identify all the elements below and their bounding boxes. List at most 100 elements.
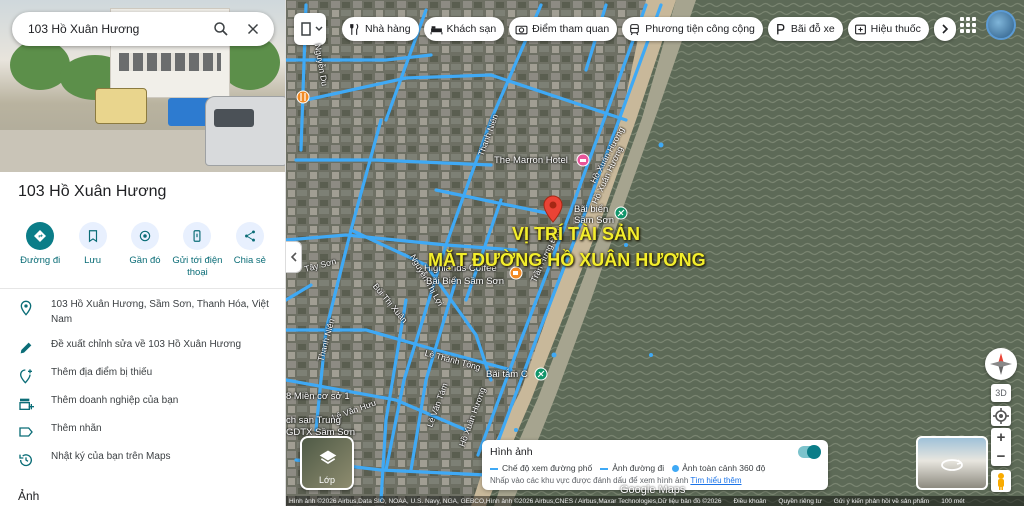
restaurant-poi-icon[interactable]: [296, 90, 310, 104]
property-location-label: VỊ TRÍ TÀI SẢN: [512, 224, 641, 244]
nearby-icon: [139, 230, 151, 242]
add-business-text: Thêm doanh nghiệp của bạn: [51, 395, 179, 406]
directions-icon: [34, 230, 47, 242]
label-icon: [19, 427, 33, 437]
transit-icon: [630, 23, 640, 35]
chip-parking-label: Bãi đỗ xe: [790, 23, 835, 35]
search-box[interactable]: [12, 12, 274, 46]
directions-button[interactable]: Đường đi: [14, 222, 66, 279]
compass-button[interactable]: [985, 348, 1017, 380]
hotel-bed-icon: [301, 22, 323, 36]
poi-marron-hotel[interactable]: The Marron Hotel: [494, 155, 568, 166]
chip-pharmacy[interactable]: Hiệu thuốc: [847, 17, 929, 41]
filter-dropdown[interactable]: [294, 13, 326, 45]
chip-parking[interactable]: Bãi đỗ xe: [767, 17, 843, 41]
imagery-panel-title: Hình ảnh: [490, 446, 533, 458]
legend-route-photos-label: Ảnh đường đi: [612, 463, 665, 473]
share-button[interactable]: Chia sẻ: [224, 222, 276, 279]
save-button[interactable]: Lưu: [66, 222, 118, 279]
chevron-right-icon: [942, 24, 948, 34]
share-label: Chia sẻ: [233, 255, 266, 266]
share-icon: [244, 230, 255, 242]
suggest-edit-text: Đề xuất chỉnh sửa về 103 Hồ Xuân Hương: [51, 339, 242, 350]
apps-grid-icon[interactable]: [960, 17, 976, 33]
my-location-button[interactable]: [991, 406, 1011, 426]
google-maps-logo: Google Maps: [620, 484, 686, 496]
chip-restaurants-label: Nhà hàng: [365, 23, 411, 35]
street-view-thumbnail[interactable]: [916, 436, 988, 490]
legend-360-label: Ảnh toàn cảnh 360 độ: [682, 463, 766, 473]
chip-hotels[interactable]: Khách sạn: [423, 17, 505, 41]
maps-history-row[interactable]: Nhật ký của bạn trên Maps: [0, 450, 285, 478]
pharmacy-icon: [854, 24, 866, 34]
location-pin-icon: [20, 300, 32, 316]
chips-next-button[interactable]: [933, 17, 956, 41]
zoom-in-button[interactable]: +: [991, 428, 1011, 447]
poi-co-so-1[interactable]: 8 Miền cơ sở 1: [286, 391, 350, 402]
bookmark-icon: [88, 230, 97, 243]
collapse-panel-button[interactable]: [286, 241, 302, 273]
parking-icon: [776, 23, 785, 34]
search-icon[interactable]: [212, 20, 230, 38]
close-icon[interactable]: [244, 20, 262, 38]
send-to-phone-button[interactable]: Gửi tới điện thoại: [171, 222, 223, 279]
poi-bathing-beach[interactable]: Bãi tắm C: [486, 369, 528, 380]
imagery-toggle[interactable]: [798, 445, 821, 459]
feedback-link[interactable]: Gửi ý kiến phản hồi về sản phẩm: [834, 498, 929, 505]
tilt-3d-button[interactable]: 3D: [991, 384, 1011, 402]
suggest-edit-row[interactable]: Đề xuất chỉnh sửa về 103 Hồ Xuân Hương: [0, 338, 285, 366]
place-title: 103 Hồ Xuân Hương: [18, 183, 167, 200]
imagery-panel: Hình ảnh Chế độ xem đường phố Ảnh đường …: [482, 440, 828, 490]
chip-transit[interactable]: Phương tiện công cộng: [622, 17, 763, 41]
address-row[interactable]: 103 Hồ Xuân Hương, Sầm Sơn, Thanh Hóa, V…: [0, 298, 285, 338]
beach-poi-icon[interactable]: [614, 206, 628, 220]
privacy-link[interactable]: Quyền riêng tư: [778, 498, 821, 505]
poi-highlands-2[interactable]: Bãi Biển Sầm Sơn: [426, 276, 504, 287]
scale-bar[interactable]: 100 mét: [941, 498, 965, 505]
add-label-text: Thêm nhãn: [51, 423, 102, 434]
chip-attractions[interactable]: Điểm tham quan: [509, 17, 618, 41]
add-missing-place-row[interactable]: Thêm địa điểm bị thiếu: [0, 366, 285, 394]
account-avatar[interactable]: [986, 10, 1016, 40]
add-business-row[interactable]: Thêm doanh nghiệp của bạn: [0, 394, 285, 422]
pegman-button[interactable]: [991, 470, 1011, 492]
location-marker-icon[interactable]: [543, 195, 563, 223]
maps-history-text: Nhật ký của bạn trên Maps: [51, 451, 171, 462]
restaurant-icon: [350, 23, 359, 35]
zoom-out-button[interactable]: −: [991, 447, 1011, 466]
terms-link[interactable]: Điều khoản: [734, 498, 767, 505]
action-bar: Đường đi Lưu Gần đó Gửi tới điện thoại C…: [14, 222, 276, 279]
legend-route-photos: Ảnh đường đi: [600, 463, 664, 473]
address-text: 103 Hồ Xuân Hương, Sầm Sơn, Thanh Hóa, V…: [51, 299, 269, 325]
poi-beach-1[interactable]: Bãi biển: [574, 204, 608, 215]
attribution-text: Hình ảnh ©2026 Airbus,Data SIO, NOAA, U.…: [289, 497, 722, 505]
chip-pharmacy-label: Hiệu thuốc: [870, 23, 921, 35]
legend-360: Ảnh toàn cảnh 360 độ: [672, 463, 765, 473]
history-icon: [19, 454, 32, 467]
photos-heading: Ảnh: [18, 489, 40, 503]
search-input[interactable]: [28, 22, 198, 36]
map-footer: Hình ảnh ©2026 Airbus,Data SIO, NOAA, U.…: [286, 496, 1024, 506]
layers-button[interactable]: Lớp: [300, 436, 354, 490]
divider: [0, 288, 285, 289]
nearby-button[interactable]: Gần đó: [119, 222, 171, 279]
learn-more-link[interactable]: Tìm hiểu thêm: [690, 476, 741, 485]
add-label-row[interactable]: Thêm nhãn: [0, 422, 285, 450]
zoom-controls: + −: [991, 428, 1011, 466]
directions-label: Đường đi: [20, 255, 61, 266]
nearby-label: Gần đó: [129, 255, 161, 266]
camera-icon: [515, 25, 528, 34]
property-street-label: MẶT ĐƯỜNG HỒ XUÂN HƯƠNG: [428, 250, 706, 270]
hotel-icon: [430, 25, 443, 34]
chip-restaurants[interactable]: Nhà hàng: [342, 17, 419, 41]
add-missing-place-text: Thêm địa điểm bị thiếu: [51, 367, 153, 378]
hotel-poi-icon[interactable]: [576, 153, 590, 167]
legend-street-view-label: Chế độ xem đường phố: [502, 463, 593, 473]
send-to-phone-label: Gửi tới điện thoại: [172, 255, 223, 278]
beach-poi-icon[interactable]: [534, 367, 548, 381]
pegman-icon: [998, 473, 1004, 490]
poi-hotel-trung[interactable]: ch sạn Trung: [286, 415, 341, 426]
compass-icon: [990, 353, 1012, 375]
map-canvas[interactable]: Nhà hàng Khách sạn Điểm tham quan Phương…: [286, 0, 1024, 506]
chip-hotels-label: Khách sạn: [446, 23, 497, 35]
